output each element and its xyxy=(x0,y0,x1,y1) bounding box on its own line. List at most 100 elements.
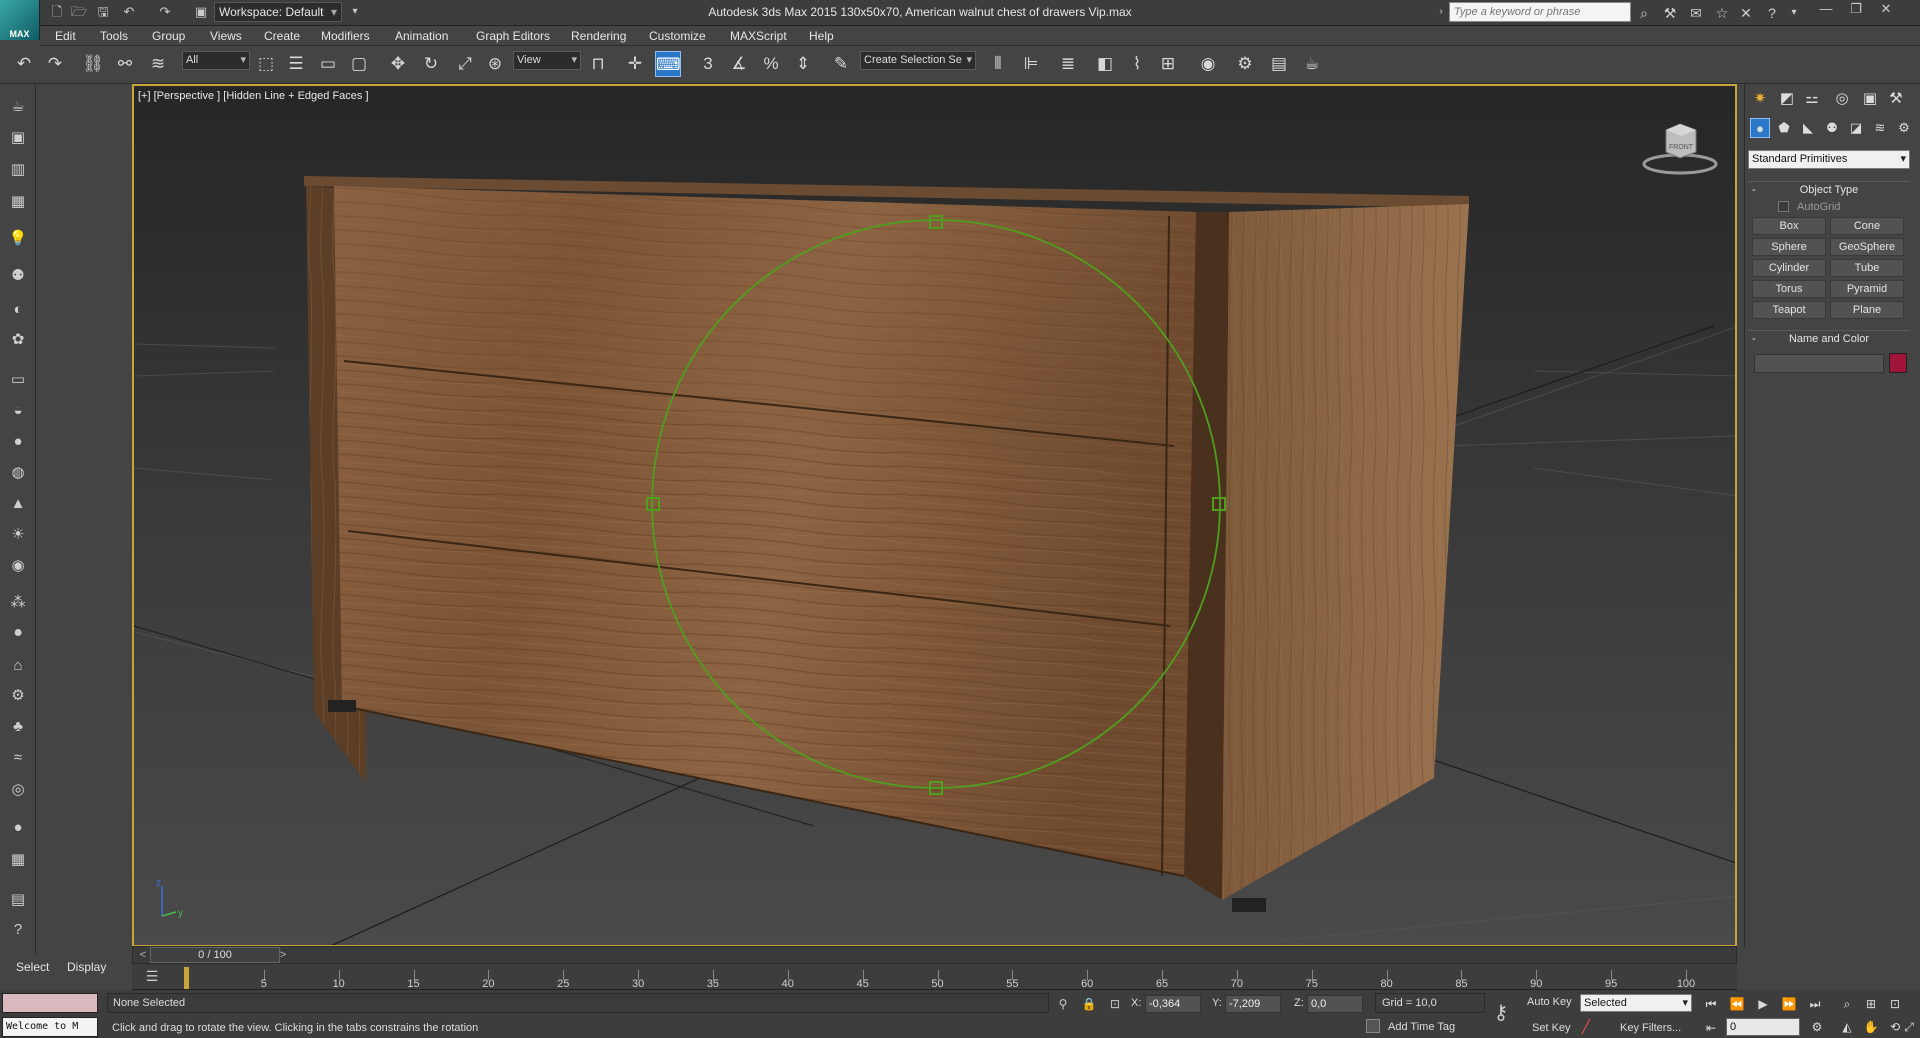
select-tab[interactable]: Select xyxy=(16,960,49,974)
key-mode-toggle-icon[interactable]: ⇤ xyxy=(1700,1018,1722,1038)
key-set-dropdown[interactable]: Selected xyxy=(1580,994,1692,1012)
menu-rendering[interactable]: Rendering xyxy=(571,27,626,45)
menu-tools[interactable]: Tools xyxy=(100,27,128,45)
primitive-category-dropdown[interactable]: Standard Primitives xyxy=(1748,150,1910,169)
customize-quick-access-icon[interactable]: ▾ xyxy=(346,3,364,21)
menu-create[interactable]: Create xyxy=(264,27,300,45)
search-input[interactable]: Type a keyword or phrase xyxy=(1449,2,1631,22)
time-slider-thumb[interactable]: 0 / 100 xyxy=(150,947,280,963)
select-and-link-icon[interactable]: ⛓ xyxy=(80,51,106,77)
render-production-icon[interactable]: ☕ xyxy=(1299,51,1325,77)
select-and-scale-icon[interactable]: ⤢ xyxy=(452,51,478,77)
helper-icon[interactable]: ◐ xyxy=(6,298,30,322)
object-type-rollout-header[interactable]: - Object Type xyxy=(1748,181,1910,197)
menu-customize[interactable]: Customize xyxy=(649,27,706,45)
undo-icon[interactable]: ↶ xyxy=(11,51,37,77)
utilities-tab-icon[interactable]: ⚒ xyxy=(1884,88,1908,110)
percent-snap-icon[interactable]: % xyxy=(758,51,784,77)
previous-frame-icon[interactable]: < xyxy=(136,948,150,962)
selection-lock-icon[interactable]: 🔒 xyxy=(1080,995,1098,1013)
lights-category-icon[interactable]: ◣ xyxy=(1798,118,1818,138)
menu-edit[interactable]: Edit xyxy=(55,27,76,45)
open-file-icon[interactable]: 🗁 xyxy=(70,3,88,21)
display-tab-icon[interactable]: ▣ xyxy=(1858,88,1882,110)
select-and-rotate-icon[interactable]: ↻ xyxy=(418,51,444,77)
menu-animation[interactable]: Animation xyxy=(395,27,448,45)
space-warps-category-icon[interactable]: ≋ xyxy=(1870,118,1890,138)
absolute-mode-transform-icon[interactable]: ⊡ xyxy=(1106,995,1124,1013)
schematic-view-icon[interactable]: ⊞ xyxy=(1155,51,1181,77)
layer-explorer-icon[interactable]: ◧ xyxy=(1092,51,1118,77)
torus-icon[interactable]: ◍ xyxy=(6,461,30,485)
cameras-category-icon[interactable]: ⚉ xyxy=(1822,118,1842,138)
menu-views[interactable]: Views xyxy=(210,27,242,45)
object-color-swatch[interactable] xyxy=(1889,353,1907,373)
create-tab-icon[interactable]: ✷ xyxy=(1748,88,1772,110)
favorites-star-icon[interactable]: ☆ xyxy=(1712,3,1732,23)
spacewarp-icon[interactable]: ✿ xyxy=(6,328,30,352)
field-of-view-icon[interactable]: ◭ xyxy=(1836,1017,1858,1037)
named-selection-dropdown[interactable]: Create Selection Se xyxy=(860,51,976,70)
teapot-button[interactable]: Teapot xyxy=(1752,301,1826,319)
align-icon[interactable]: ⊫ xyxy=(1018,51,1044,77)
menu-modifiers[interactable]: Modifiers xyxy=(321,27,370,45)
rectangular-selection-icon[interactable]: ▭ xyxy=(315,51,341,77)
save-file-icon[interactable]: 🖫 xyxy=(94,3,112,21)
restore-window-icon[interactable]: ❐ xyxy=(1842,0,1870,18)
disc-icon[interactable]: ◉ xyxy=(6,554,30,578)
helpers-category-icon[interactable]: ◪ xyxy=(1846,118,1866,138)
cylinder-button[interactable]: Cylinder xyxy=(1752,259,1826,277)
redo-icon[interactable]: ↷ xyxy=(42,51,68,77)
sphere-icon[interactable]: ● xyxy=(6,430,30,454)
modify-tab-icon[interactable]: ◩ xyxy=(1775,88,1799,110)
select-and-move-icon[interactable]: ✥ xyxy=(385,51,411,77)
render-setup-icon[interactable]: ⚙ xyxy=(1232,51,1258,77)
redo-icon[interactable]: ↷ xyxy=(156,3,174,21)
help-dropdown-icon[interactable]: ▾ xyxy=(1784,3,1804,23)
viewport-label[interactable]: [+] [Perspective ] [Hidden Line + Edged … xyxy=(138,90,369,102)
edit-named-selection-icon[interactable]: ✎ xyxy=(828,51,854,77)
menu-help[interactable]: Help xyxy=(809,27,834,45)
select-by-name-icon[interactable]: ☰ xyxy=(283,51,309,77)
viewcube[interactable]: FRONT xyxy=(1640,120,1720,175)
curve-editor-icon[interactable]: ⌇ xyxy=(1124,51,1150,77)
play-icon[interactable]: ▶ xyxy=(1752,994,1774,1014)
display-tab[interactable]: Display xyxy=(67,960,106,974)
zoom-all-icon[interactable]: ⊞ xyxy=(1860,994,1882,1014)
unlink-selection-icon[interactable]: ⚯ xyxy=(112,51,138,77)
key-icon[interactable]: ⚷ xyxy=(1487,1000,1515,1026)
selection-filter-dropdown[interactable]: All xyxy=(182,51,250,70)
cone-icon[interactable]: ▲ xyxy=(6,492,30,516)
autogrid-checkbox[interactable]: AutoGrid xyxy=(1778,201,1840,213)
hierarchy-icon[interactable]: ▥ xyxy=(6,158,30,182)
gear-icon[interactable]: ⚙ xyxy=(6,684,30,708)
sphere-button[interactable]: Sphere xyxy=(1752,238,1826,256)
menu-graph-editors[interactable]: Graph Editors xyxy=(476,27,550,45)
search-arrow-icon[interactable]: › xyxy=(1432,3,1450,21)
snaps-toggle-icon[interactable]: 3 xyxy=(695,51,721,77)
next-frame-icon[interactable]: > xyxy=(276,948,290,962)
auto-key-button[interactable]: Auto Key xyxy=(1527,996,1572,1008)
box-primitive-icon[interactable]: ▭ xyxy=(6,368,30,392)
rendered-frame-window-icon[interactable]: ▤ xyxy=(1266,51,1292,77)
help-circle-icon[interactable]: ? xyxy=(6,918,30,942)
name-color-rollout-header[interactable]: - Name and Color xyxy=(1748,330,1910,346)
hierarchy-tab-icon[interactable]: ⚍ xyxy=(1800,88,1824,110)
geometry-category-icon[interactable]: ● xyxy=(1750,118,1770,138)
box-button[interactable]: Box xyxy=(1752,217,1826,235)
next-key-icon[interactable]: ⏩ xyxy=(1778,994,1800,1014)
pivot-center-icon[interactable]: ⊓ xyxy=(585,51,611,77)
key-filters-button[interactable]: Key Filters... xyxy=(1620,1022,1681,1034)
time-slider-track[interactable] xyxy=(132,946,1737,964)
go-to-end-icon[interactable]: ⏭ xyxy=(1804,994,1826,1014)
hair-fur-icon[interactable]: ≈ xyxy=(6,746,30,770)
geosphere-button[interactable]: GeoSphere xyxy=(1830,238,1904,256)
communication-center-icon[interactable]: ✉ xyxy=(1686,3,1706,23)
binoculars-icon[interactable]: ⌕ xyxy=(1634,3,1654,23)
zoom-extents-icon[interactable]: ⊡ xyxy=(1884,994,1906,1014)
spinner-snap-icon[interactable]: ⇕ xyxy=(790,51,816,77)
mini-curve-editor-icon[interactable]: ☰ xyxy=(142,968,162,986)
structure-icon[interactable]: ⌂ xyxy=(6,654,30,678)
mirror-icon[interactable]: ⫴ xyxy=(985,51,1011,77)
motion-tab-icon[interactable]: ◎ xyxy=(1830,88,1854,110)
